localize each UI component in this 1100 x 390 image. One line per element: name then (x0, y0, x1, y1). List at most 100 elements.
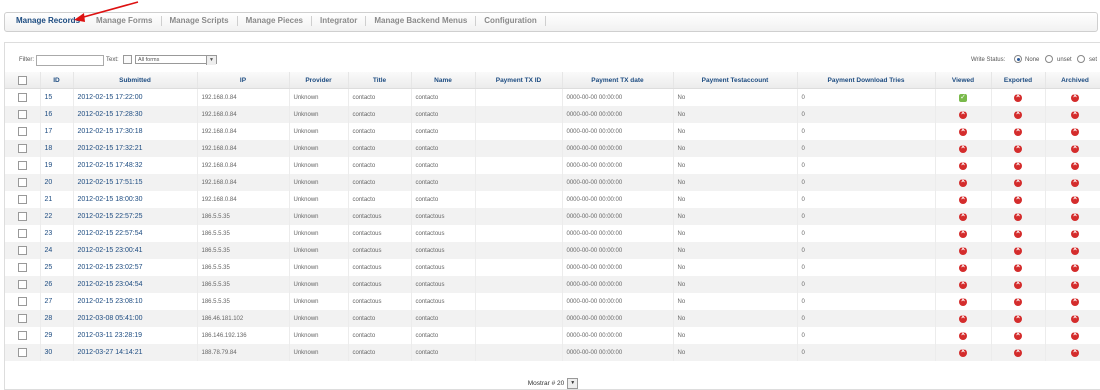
cell-viewed[interactable] (935, 140, 992, 157)
row-checkbox[interactable] (5, 310, 41, 327)
cell-exported[interactable] (991, 157, 1046, 174)
cell-viewed[interactable] (935, 106, 992, 123)
row-checkbox-box[interactable] (17, 229, 27, 238)
cell-submitted[interactable]: 2012-02-15 17:32:21 (73, 140, 198, 157)
header-archived[interactable]: Archived (1045, 72, 1100, 89)
select-all-checkbox[interactable] (17, 75, 27, 85)
archived-no-icon[interactable] (1071, 126, 1079, 136)
viewed-no-icon[interactable] (959, 177, 967, 187)
radio-unset[interactable] (1045, 55, 1053, 63)
cell-viewed[interactable] (935, 174, 992, 191)
cell-submitted[interactable]: 2012-02-15 17:51:15 (73, 174, 198, 191)
cell-submitted[interactable]: 2012-03-11 23:28:19 (73, 327, 198, 344)
radio-set[interactable] (1077, 55, 1085, 63)
row-checkbox[interactable] (5, 293, 41, 310)
cell-submitted[interactable]: 2012-02-15 23:00:41 (73, 242, 198, 259)
cell-submitted[interactable]: 2012-02-15 17:30:18 (73, 123, 198, 140)
row-checkbox[interactable] (5, 225, 41, 242)
tab-configuration[interactable]: Configuration (476, 16, 546, 26)
cell-exported[interactable] (991, 191, 1046, 208)
viewed-no-icon[interactable] (959, 211, 967, 221)
archived-no-icon[interactable] (1071, 262, 1079, 272)
cell-viewed[interactable] (935, 327, 992, 344)
cell-submitted[interactable]: 2012-02-15 17:28:30 (73, 106, 198, 123)
cell-id[interactable]: 16 (40, 106, 74, 123)
cell-exported[interactable] (991, 225, 1046, 242)
cell-exported[interactable] (991, 327, 1046, 344)
row-checkbox[interactable] (5, 106, 41, 123)
cell-id[interactable]: 24 (40, 242, 74, 259)
viewed-no-icon[interactable] (959, 228, 967, 238)
cell-id[interactable]: 23 (40, 225, 74, 242)
cell-archived[interactable] (1045, 106, 1100, 123)
cell-archived[interactable] (1045, 293, 1100, 310)
cell-exported[interactable] (991, 140, 1046, 157)
cell-submitted[interactable]: 2012-02-15 18:00:30 (73, 191, 198, 208)
cell-archived[interactable] (1045, 310, 1100, 327)
cell-viewed[interactable] (935, 191, 992, 208)
archived-no-icon[interactable] (1071, 194, 1079, 204)
filter-input[interactable] (36, 55, 104, 66)
archived-no-icon[interactable] (1071, 160, 1079, 170)
exported-no-icon[interactable] (1014, 262, 1022, 272)
exported-no-icon[interactable] (1014, 194, 1022, 204)
tab-integrator[interactable]: Integrator (312, 16, 367, 26)
archived-no-icon[interactable] (1071, 143, 1079, 153)
row-checkbox[interactable] (5, 140, 41, 157)
cell-id[interactable]: 26 (40, 276, 74, 293)
archived-no-icon[interactable] (1071, 109, 1079, 119)
row-checkbox-box[interactable] (17, 178, 27, 187)
header-submitted[interactable]: Submitted (73, 72, 198, 89)
cell-exported[interactable] (991, 106, 1046, 123)
row-checkbox-box[interactable] (17, 297, 27, 306)
cell-archived[interactable] (1045, 259, 1100, 276)
text-checkbox[interactable] (123, 55, 132, 64)
viewed-no-icon[interactable] (959, 262, 967, 272)
cell-submitted[interactable]: 2012-02-15 22:57:25 (73, 208, 198, 225)
viewed-no-icon[interactable] (959, 126, 967, 136)
cell-exported[interactable] (991, 344, 1046, 361)
cell-viewed[interactable] (935, 344, 992, 361)
viewed-no-icon[interactable] (959, 160, 967, 170)
viewed-no-icon[interactable] (959, 194, 967, 204)
archived-no-icon[interactable] (1071, 330, 1079, 340)
cell-exported[interactable] (991, 276, 1046, 293)
cell-exported[interactable] (991, 208, 1046, 225)
exported-no-icon[interactable] (1014, 347, 1022, 357)
header-payment-tx-date[interactable]: Payment TX date (562, 72, 674, 89)
row-checkbox[interactable] (5, 259, 41, 276)
cell-id[interactable]: 19 (40, 157, 74, 174)
header-title[interactable]: Title (348, 72, 412, 89)
cell-viewed[interactable] (935, 310, 992, 327)
header-name[interactable]: Name (411, 72, 476, 89)
cell-archived[interactable] (1045, 174, 1100, 191)
viewed-no-icon[interactable] (959, 296, 967, 306)
exported-no-icon[interactable] (1014, 143, 1022, 153)
cell-exported[interactable] (991, 293, 1046, 310)
row-checkbox[interactable] (5, 191, 41, 208)
exported-no-icon[interactable] (1014, 313, 1022, 323)
cell-id[interactable]: 18 (40, 140, 74, 157)
row-checkbox-box[interactable] (17, 110, 27, 119)
exported-no-icon[interactable] (1014, 109, 1022, 119)
cell-id[interactable]: 15 (40, 88, 74, 106)
exported-no-icon[interactable] (1014, 126, 1022, 136)
row-checkbox[interactable] (5, 174, 41, 191)
row-checkbox-box[interactable] (17, 212, 27, 221)
form-select[interactable]: All forms ▼ (135, 55, 217, 65)
exported-no-icon[interactable] (1014, 279, 1022, 289)
archived-no-icon[interactable] (1071, 228, 1079, 238)
archived-no-icon[interactable] (1071, 92, 1079, 102)
row-checkbox-box[interactable] (17, 331, 27, 340)
cell-id[interactable]: 20 (40, 174, 74, 191)
viewed-no-icon[interactable] (959, 313, 967, 323)
cell-viewed[interactable] (935, 123, 992, 140)
header-payment-tx-id[interactable]: Payment TX ID (475, 72, 563, 89)
row-checkbox-box[interactable] (17, 195, 27, 204)
cell-archived[interactable] (1045, 140, 1100, 157)
cell-archived[interactable] (1045, 123, 1100, 140)
cell-viewed[interactable] (935, 88, 992, 106)
cell-archived[interactable] (1045, 88, 1100, 106)
cell-submitted[interactable]: 2012-03-27 14:14:21 (73, 344, 198, 361)
cell-viewed[interactable] (935, 259, 992, 276)
